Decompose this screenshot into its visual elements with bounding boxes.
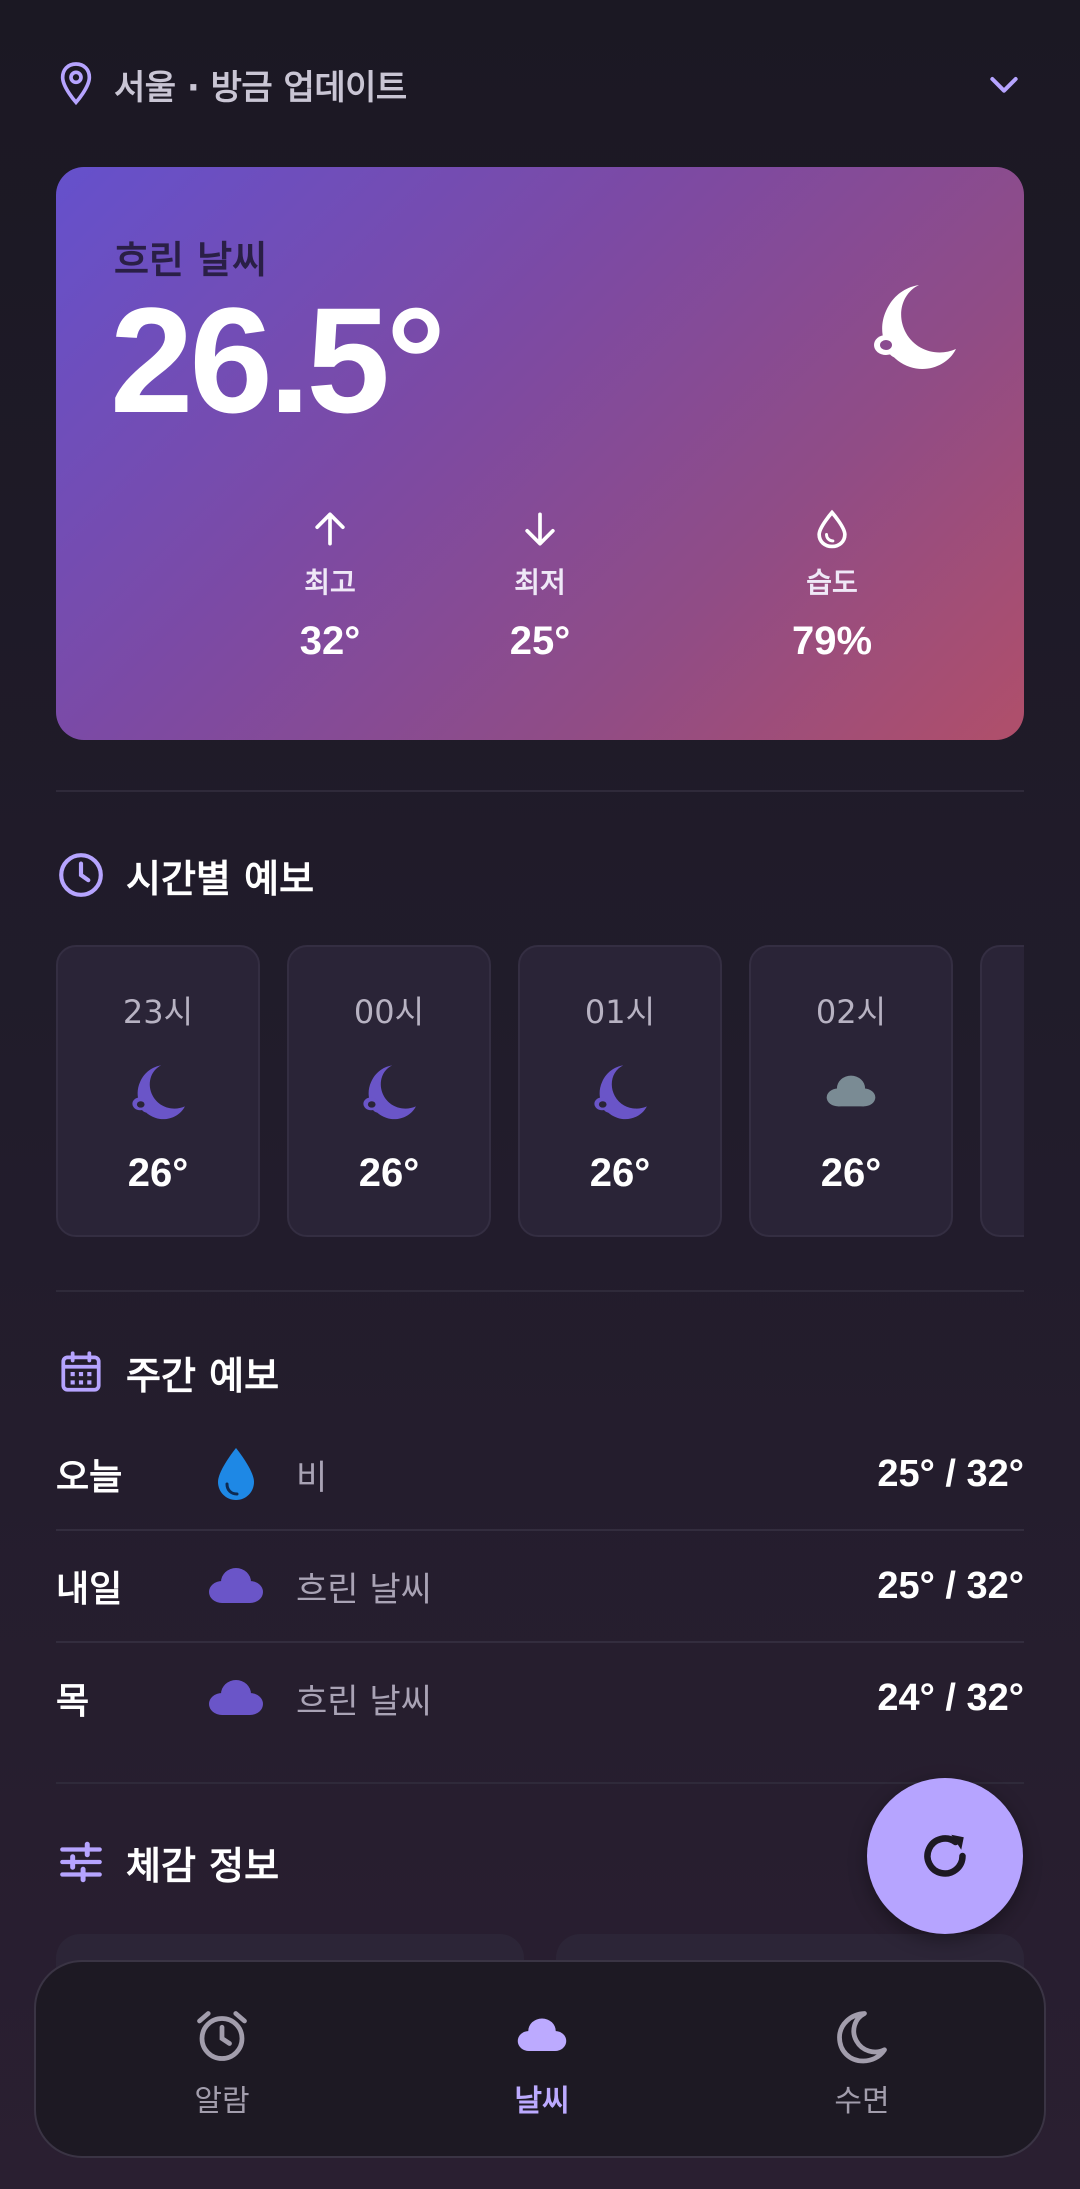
cloud-icon — [209, 1680, 263, 1715]
hour-time: 02시 — [815, 993, 887, 1031]
cloud-icon — [209, 1568, 263, 1603]
hourly-card: 01시 26° — [518, 945, 722, 1237]
section-divider — [56, 1290, 1024, 1292]
hourly-card: 02시 26° — [749, 945, 953, 1237]
humidity-label: 습도 — [806, 566, 858, 599]
arrow-down-icon — [525, 512, 555, 546]
current-temperature: 26.5° — [110, 276, 446, 444]
nav-item-alarm[interactable]: 알람 — [122, 2006, 322, 2120]
hour-time: 01시 — [584, 993, 656, 1031]
day-name: 목 — [56, 1681, 90, 1722]
cloud-icon — [826, 1075, 876, 1107]
hour-temp: 26° — [589, 1151, 651, 1195]
hour-time: 00시 — [353, 993, 425, 1031]
moon-cloud-icon — [874, 285, 956, 369]
cloud-icon — [517, 2018, 567, 2051]
current-weather-card: 흐린 날씨 26.5° 최고 32° 최저 25° 습도 79% — [56, 167, 1024, 740]
location-pin-icon — [60, 62, 92, 106]
nav-item-weather[interactable]: 날씨 — [442, 2006, 642, 2120]
hourly-section-title: 시간별 예보 — [56, 845, 314, 905]
tune-sliders-icon — [60, 1841, 102, 1883]
location-header[interactable]: 서울 · 방금 업데이트 — [56, 52, 1024, 116]
refresh-button[interactable] — [867, 1778, 1023, 1934]
nav-label-sleep: 수면 — [834, 2084, 890, 2119]
section-divider — [56, 790, 1024, 792]
hourly-card-peek — [980, 945, 1024, 1237]
low-label: 최저 — [514, 566, 566, 599]
high-value: 32° — [299, 619, 361, 663]
weekly-section-title: 주간 예보 — [56, 1342, 279, 1402]
weekly-title: 주간 예보 — [126, 1353, 280, 1398]
day-temp-range: 25° / 32° — [877, 1452, 1024, 1495]
feels-section-title: 체감 정보 — [56, 1832, 279, 1892]
bottom-navigation: 알람 날씨 수면 — [34, 1960, 1046, 2158]
high-label: 최고 — [304, 566, 356, 599]
rain-drop-icon — [218, 1448, 254, 1500]
moon-cloud-icon — [132, 1065, 185, 1120]
nav-label-alarm: 알람 — [194, 2084, 250, 2119]
hour-temp: 26° — [358, 1151, 420, 1195]
moon-cloud-icon — [594, 1065, 647, 1120]
day-name: 오늘 — [56, 1457, 123, 1498]
hour-temp: 26° — [820, 1151, 882, 1195]
day-temp-range: 24° / 32° — [877, 1676, 1024, 1719]
day-condition: 비 — [296, 1457, 328, 1498]
location-text: 서울 · 방금 업데이트 — [114, 67, 407, 108]
hour-time: 23시 — [122, 993, 194, 1031]
feels-title: 체감 정보 — [126, 1843, 280, 1888]
arrow-up-icon — [315, 512, 345, 546]
low-value: 25° — [509, 619, 571, 663]
hourly-title: 시간별 예보 — [126, 856, 315, 901]
day-temp-range: 25° / 32° — [877, 1564, 1024, 1607]
moon-cloud-icon — [363, 1065, 416, 1120]
day-name: 내일 — [56, 1569, 123, 1610]
chevron-down-icon[interactable] — [984, 64, 1024, 104]
hourly-card: 00시 26° — [287, 945, 491, 1237]
section-divider — [56, 1782, 1024, 1784]
moon-icon — [837, 2011, 887, 2064]
weekly-row: 목 흐린 날씨 24° / 32° — [56, 1642, 1024, 1754]
hour-temp: 26° — [127, 1151, 189, 1195]
nav-label-weather: 날씨 — [514, 2084, 570, 2119]
calendar-icon — [61, 1351, 101, 1392]
refresh-icon — [924, 1834, 966, 1877]
humidity-value: 79% — [791, 619, 873, 663]
water-drop-icon — [817, 509, 847, 549]
alarm-clock-icon — [197, 2011, 247, 2061]
humidity-stat: 습도 79% — [732, 507, 932, 664]
low-temp-stat: 최저 25° — [440, 507, 640, 664]
high-temp-stat: 최고 32° — [230, 507, 430, 664]
hourly-card: 23시 26° — [56, 945, 260, 1237]
clock-icon — [59, 853, 103, 897]
nav-item-sleep[interactable]: 수면 — [762, 2006, 962, 2120]
day-condition: 흐린 날씨 — [296, 1569, 432, 1610]
weekly-row: 오늘 비 25° / 32° — [56, 1418, 1024, 1530]
day-condition: 흐린 날씨 — [296, 1681, 432, 1722]
weekly-row: 내일 흐린 날씨 25° / 32° — [56, 1530, 1024, 1642]
